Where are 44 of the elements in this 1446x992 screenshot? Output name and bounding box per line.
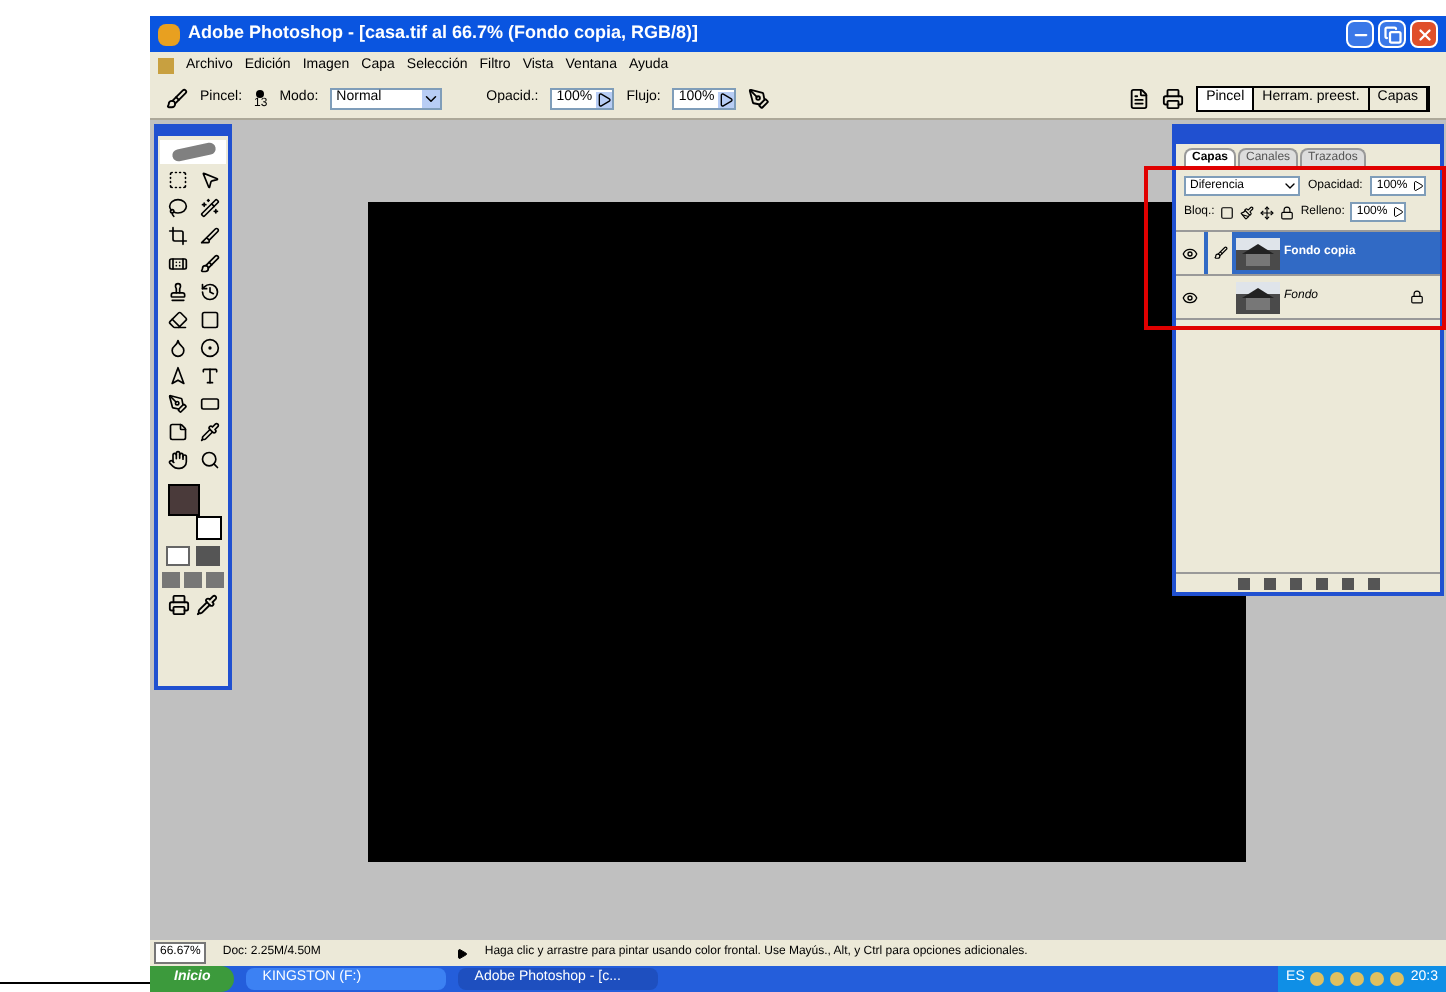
brush-icon [1213,246,1227,260]
bandage-icon[interactable] [167,254,187,274]
lock-transparency-icon[interactable] [1220,205,1235,219]
chevron-down-icon [1282,178,1298,194]
background-color[interactable] [195,516,221,540]
close-icon [1415,25,1433,43]
restore-button[interactable] [1378,20,1406,48]
lock-icon[interactable] [1280,205,1295,219]
play-icon [1412,180,1425,192]
window-title: Adobe Photoshop - [casa.tif al 66.7% (Fondo copia, RGB/8)] [188,20,699,47]
brush-icon[interactable] [199,254,219,274]
play-icon [718,91,735,107]
hand-icon[interactable] [167,450,187,470]
wand-icon[interactable] [199,198,219,218]
arrow-icon[interactable] [456,947,469,959]
history-brush-icon[interactable] [199,282,219,302]
type-icon[interactable] [199,366,219,386]
lasso-icon[interactable] [167,198,187,218]
chevron-down-icon [422,90,441,108]
eye-icon[interactable] [1182,245,1198,261]
play-icon [596,91,613,107]
pen-icon[interactable] [167,394,187,414]
search-icon[interactable] [199,450,219,470]
close-button[interactable] [1410,20,1438,48]
restore-icon [1383,25,1401,43]
marquee-icon[interactable] [167,170,187,190]
drop-icon[interactable] [167,338,187,358]
arrow-icon[interactable] [167,366,187,386]
crop-icon[interactable] [167,226,187,246]
app-icon [158,23,180,45]
note-icon[interactable] [167,422,187,442]
slice-icon[interactable] [199,226,219,246]
eyedropper-icon[interactable] [199,422,219,442]
lock-pixels-icon[interactable] [1240,205,1255,219]
foreground-color[interactable] [167,484,199,516]
play-icon [1392,206,1405,218]
lock-position-icon[interactable] [1260,205,1275,219]
rectangle-icon[interactable] [199,394,219,414]
minimize-button[interactable] [1346,20,1374,48]
eye-icon[interactable] [1182,289,1198,305]
printer-icon[interactable] [1162,88,1185,110]
brush-icon[interactable] [166,88,188,110]
eraser-icon[interactable] [167,310,187,330]
stamp-icon[interactable] [167,282,187,302]
